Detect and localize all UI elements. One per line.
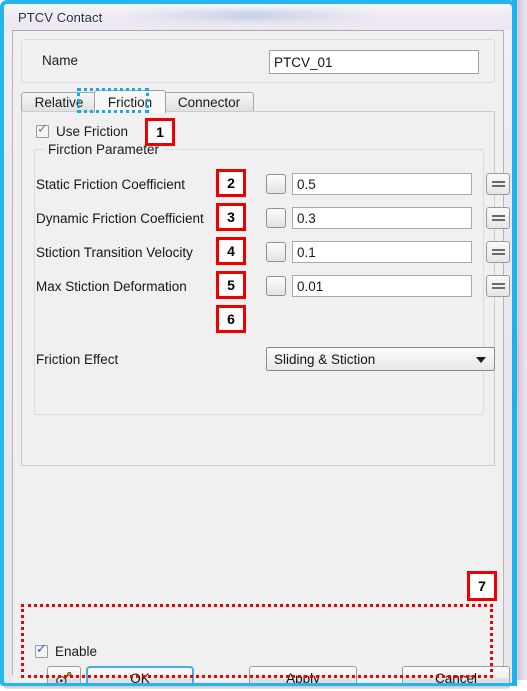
ok-mnemonic: O bbox=[130, 671, 141, 683]
tab-strip: Relative Friction Connector bbox=[21, 90, 495, 113]
param-label: Static Friction Coefficient bbox=[36, 176, 186, 192]
window-active-frame-right bbox=[512, 0, 517, 686]
dialog-footer: Enable OK Apply Canc bbox=[13, 636, 510, 683]
annotation-badge-2: 2 bbox=[216, 169, 246, 197]
enable-label: Enable bbox=[55, 644, 98, 659]
friction-effect-row: Friction Effect Sliding & Stiction bbox=[36, 346, 495, 372]
use-friction-checkbox[interactable] bbox=[36, 122, 49, 138]
friction-effect-label: Friction Effect bbox=[36, 351, 119, 367]
equals-icon bbox=[491, 214, 505, 222]
use-friction-label: Use Friction bbox=[56, 124, 129, 139]
apply-button[interactable]: Apply bbox=[249, 666, 357, 683]
ptcv-contact-dialog: PTCV Contact Name Relative Friction Conn… bbox=[4, 4, 512, 683]
param-picker-button[interactable] bbox=[266, 174, 286, 194]
cancel-button-label: Cancel bbox=[435, 671, 477, 683]
param-row-dynamic-friction-coefficient: Dynamic Friction Coefficient bbox=[36, 204, 510, 232]
equals-icon-button[interactable] bbox=[486, 275, 510, 297]
equals-icon bbox=[491, 248, 505, 256]
enable-checkbox[interactable] bbox=[35, 642, 48, 658]
param-input[interactable] bbox=[292, 241, 472, 263]
equals-icon-button[interactable] bbox=[486, 173, 510, 195]
tab-relative-label: Relative bbox=[34, 95, 84, 110]
chevron-down-icon bbox=[476, 357, 486, 363]
param-row-max-stiction-deformation: Max Stiction Deformation bbox=[36, 272, 510, 300]
brush-icon bbox=[56, 671, 73, 683]
param-picker-button[interactable] bbox=[266, 276, 286, 296]
equals-icon-button[interactable] bbox=[486, 241, 510, 263]
param-label: Dynamic Friction Coefficient bbox=[36, 210, 204, 226]
name-label: Name bbox=[42, 53, 79, 68]
tab-friction-label: Friction bbox=[107, 94, 153, 110]
apply-pre: A bbox=[286, 671, 296, 683]
apply-button-label: Apply bbox=[286, 671, 320, 683]
enable-row[interactable]: Enable bbox=[35, 642, 98, 659]
friction-effect-selected-value: Sliding & Stiction bbox=[274, 351, 376, 367]
title-bar[interactable]: PTCV Contact bbox=[4, 4, 512, 30]
apply-rest: ply bbox=[302, 671, 320, 683]
tab-relative[interactable]: Relative bbox=[21, 92, 97, 112]
param-row-static-friction-coefficient: Static Friction Coefficient bbox=[36, 170, 510, 198]
annotation-badge-3: 3 bbox=[216, 203, 246, 231]
param-picker-button[interactable] bbox=[266, 242, 286, 262]
cancel-button[interactable]: Cancel bbox=[402, 666, 510, 683]
friction-effect-select[interactable]: Sliding & Stiction bbox=[266, 347, 495, 371]
annotation-badge-6: 6 bbox=[216, 305, 246, 333]
ok-button[interactable]: OK bbox=[86, 666, 194, 683]
window-title: PTCV Contact bbox=[18, 9, 103, 25]
use-friction-row[interactable]: Use Friction bbox=[36, 122, 129, 139]
friction-tab-page: Use Friction Firction Parameter Static F… bbox=[21, 111, 510, 466]
ok-button-label: OK bbox=[130, 671, 150, 683]
param-label: Max Stiction Deformation bbox=[36, 278, 187, 294]
cancel-rest: ancel bbox=[444, 671, 478, 683]
param-picker-button[interactable] bbox=[266, 208, 286, 228]
screenshot-root: PTCV Contact Name Relative Friction Conn… bbox=[0, 0, 527, 691]
equals-icon-button[interactable] bbox=[486, 207, 510, 229]
cancel-mnemonic: C bbox=[434, 671, 445, 683]
param-input[interactable] bbox=[292, 207, 472, 229]
param-input[interactable] bbox=[292, 275, 472, 297]
brush-tool-button[interactable] bbox=[47, 666, 81, 683]
param-label: Stiction Transition Velocity bbox=[36, 244, 193, 260]
annotation-badge-5: 5 bbox=[216, 271, 246, 299]
param-row-stiction-transition-velocity: Stiction Transition Velocity bbox=[36, 238, 510, 266]
tab-friction[interactable]: Friction bbox=[94, 90, 166, 113]
annotation-badge-7: 7 bbox=[467, 571, 497, 601]
tab-connector-label: Connector bbox=[177, 95, 241, 110]
param-input[interactable] bbox=[292, 173, 472, 195]
title-bar-sheen bbox=[124, 10, 374, 21]
equals-icon bbox=[491, 282, 505, 290]
name-input[interactable] bbox=[269, 50, 479, 74]
name-group: Name bbox=[21, 39, 495, 83]
tab-connector[interactable]: Connector bbox=[164, 92, 254, 112]
annotation-badge-4: 4 bbox=[216, 237, 246, 265]
dialog-client-area: Name Relative Friction Connector bbox=[12, 30, 510, 683]
equals-icon bbox=[491, 180, 505, 188]
ok-rest: K bbox=[140, 671, 150, 683]
apply-mnemonic: p bbox=[295, 671, 303, 683]
annotation-badge-1: 1 bbox=[145, 118, 175, 146]
